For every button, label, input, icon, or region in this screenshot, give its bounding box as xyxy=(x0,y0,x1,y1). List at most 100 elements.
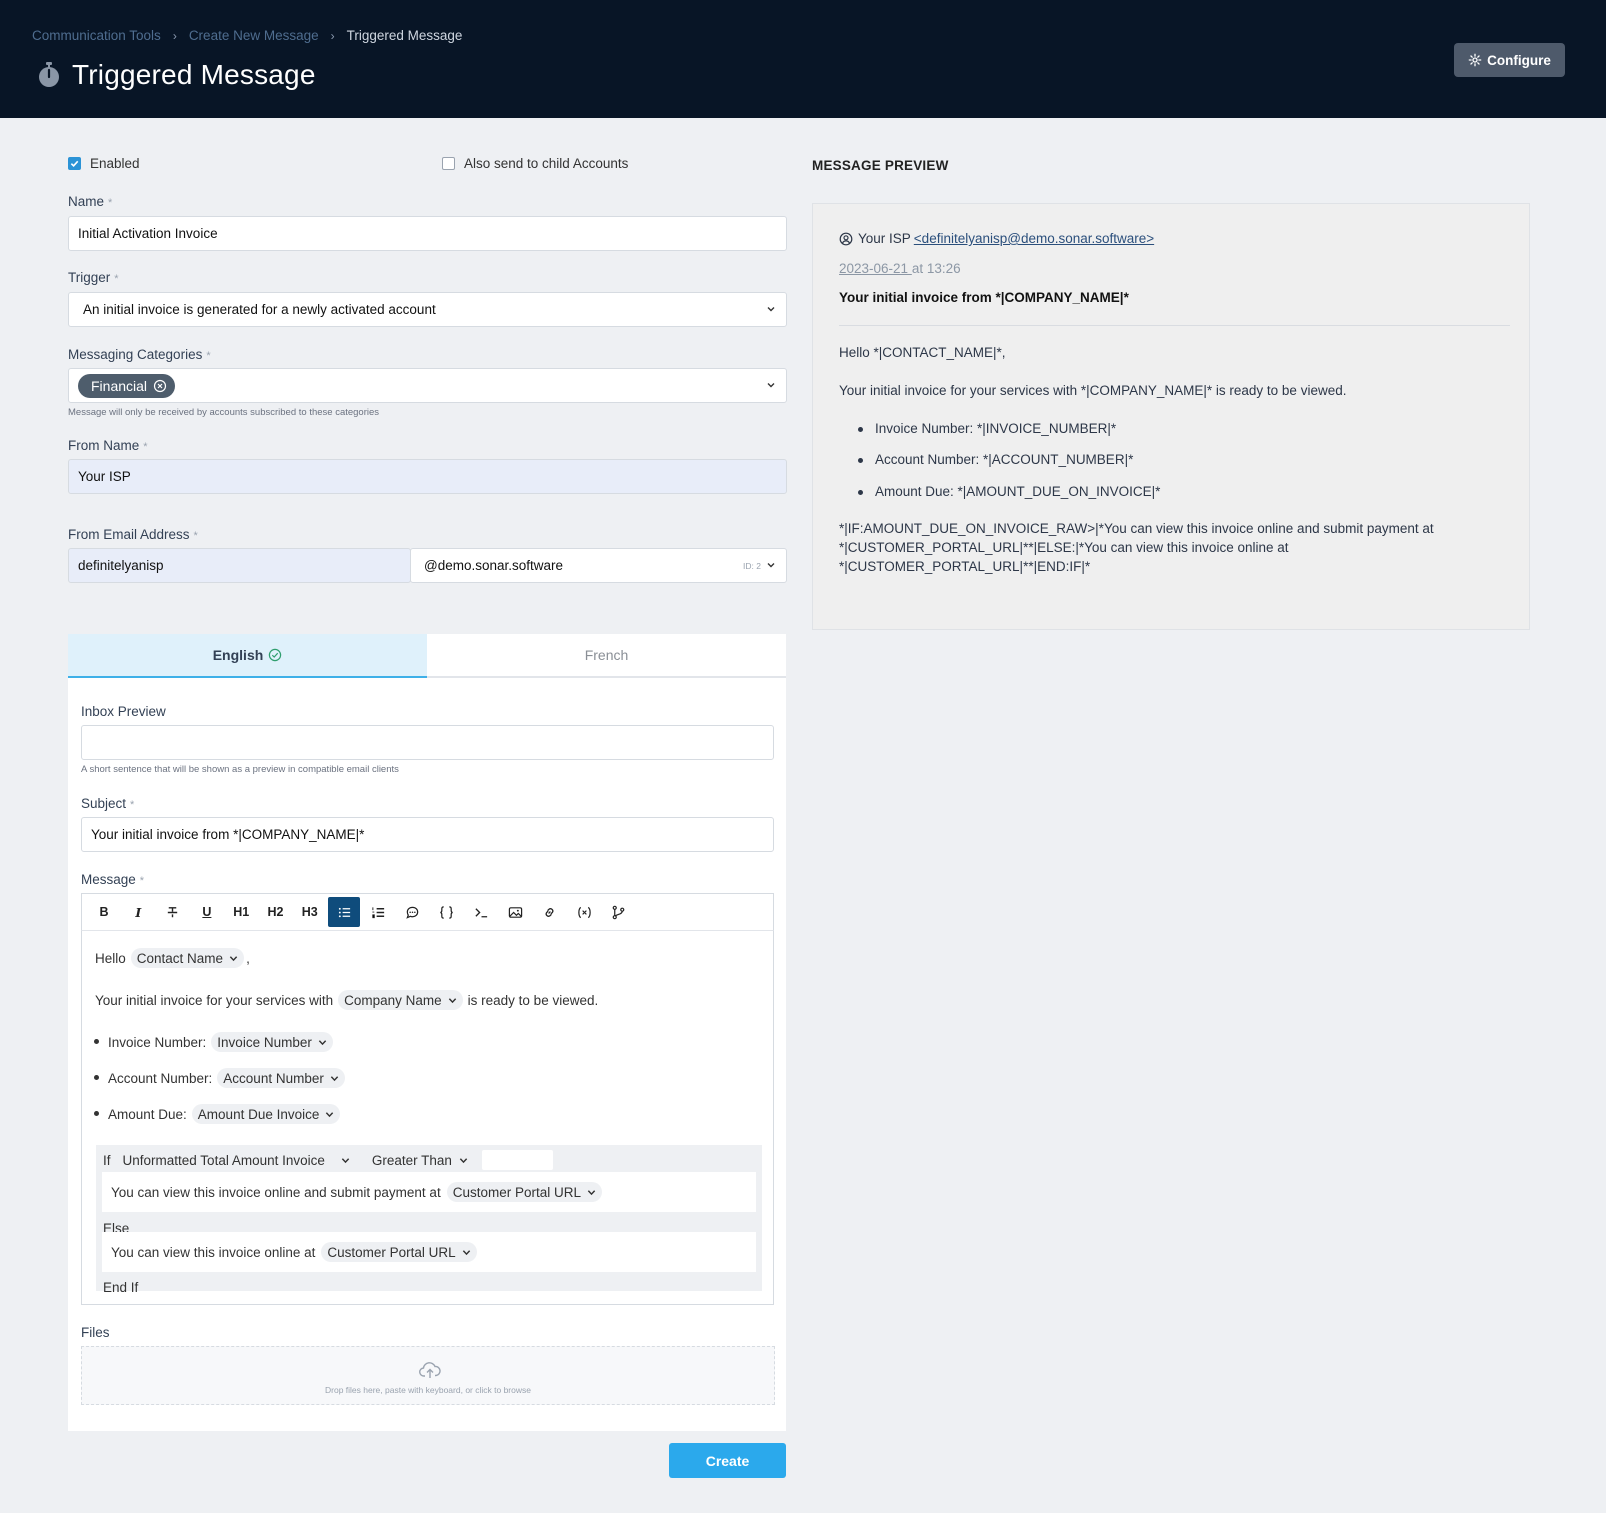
account-number-tag[interactable]: Account Number xyxy=(217,1068,345,1088)
preview-from: Your ISP <definitelyanisp@demo.sonar.sof… xyxy=(839,231,1154,246)
bold-button[interactable]: B xyxy=(88,897,120,927)
then-branch[interactable]: You can view this invoice online and sub… xyxy=(102,1172,756,1212)
preview-conditional-line: *|CUSTOMER_PORTAL_URL|**|ELSE:|*You can … xyxy=(839,540,1289,555)
inbox-preview-hint: A short sentence that will be shown as a… xyxy=(81,764,399,775)
underline-button[interactable]: U xyxy=(191,897,223,927)
preview-from-name: Your ISP xyxy=(858,231,911,246)
preview-date-link[interactable]: 2023-06-21 xyxy=(839,261,912,276)
customer-portal-url-tag[interactable]: Customer Portal URL xyxy=(446,1182,602,1202)
gear-icon xyxy=(1468,53,1482,67)
insert-conditional-button[interactable] xyxy=(602,897,634,927)
page-header: Communication Tools › Create New Message… xyxy=(0,0,1606,118)
tab-french[interactable]: French xyxy=(427,634,786,678)
dropzone-hint: Drop files here, paste with keyboard, or… xyxy=(325,1385,531,1395)
list-bullet xyxy=(858,427,863,432)
configure-button[interactable]: Configure xyxy=(1454,43,1565,77)
condition-value-input[interactable] xyxy=(481,1150,553,1170)
comment-button[interactable] xyxy=(397,897,429,927)
chevron-down-icon xyxy=(767,306,775,311)
from-email-domain-select[interactable]: @demo.sonar.software ID: 2 xyxy=(410,548,787,583)
numbered-list-button[interactable] xyxy=(362,897,394,927)
from-name-input[interactable]: Your ISP xyxy=(68,459,787,494)
trigger-select[interactable]: An initial invoice is generated for a ne… xyxy=(68,292,787,327)
insert-link-button[interactable] xyxy=(534,897,566,927)
list-bullet xyxy=(858,490,863,495)
terminal-icon xyxy=(475,907,487,917)
remove-category-icon[interactable] xyxy=(153,379,167,393)
preview-list-item: Invoice Number: *|INVOICE_NUMBER|* xyxy=(875,421,1117,436)
numbered-list-icon xyxy=(372,906,384,918)
check-circle-icon xyxy=(269,648,282,662)
heading2-button[interactable]: H2 xyxy=(259,897,291,927)
heading3-button[interactable]: H3 xyxy=(294,897,326,927)
preview-subject: Your initial invoice from *|COMPANY_NAME… xyxy=(839,290,1129,305)
company-name-tag[interactable]: Company Name xyxy=(338,990,463,1010)
chevron-down-icon xyxy=(330,1075,339,1081)
strikethrough-button[interactable] xyxy=(157,897,189,927)
code-block-button[interactable] xyxy=(431,897,463,927)
image-icon xyxy=(508,906,523,918)
create-button[interactable]: Create xyxy=(669,1443,786,1478)
strikethrough-icon xyxy=(167,906,178,917)
breadcrumb-communication-tools[interactable]: Communication Tools xyxy=(32,28,161,43)
inline-code-button[interactable] xyxy=(465,897,497,927)
categories-select[interactable]: Financial xyxy=(68,368,787,403)
from-email-local-input[interactable]: definitelyanisp xyxy=(68,548,411,583)
inbox-preview-label: Inbox Preview xyxy=(81,704,166,719)
subject-value: Your initial invoice from *|COMPANY_NAME… xyxy=(91,827,365,842)
preview-conditional-line: *|IF:AMOUNT_DUE_ON_INVOICE_RAW>|*You can… xyxy=(839,521,1434,536)
condition-field-select[interactable]: Unformatted Total Amount Invoice xyxy=(123,1153,350,1168)
editor-line-intro: Your initial invoice for your services w… xyxy=(95,990,598,1010)
name-value: Initial Activation Invoice xyxy=(78,226,218,241)
insert-image-button[interactable] xyxy=(500,897,532,927)
page-title: Triggered Message xyxy=(72,59,316,90)
child-accounts-label: Also send to child Accounts xyxy=(464,156,629,171)
inbox-preview-input[interactable] xyxy=(81,725,774,760)
child-accounts-checkbox-row[interactable]: Also send to child Accounts xyxy=(442,156,628,171)
invoice-number-tag[interactable]: Invoice Number xyxy=(211,1032,333,1052)
message-editor[interactable]: Hello Contact Name , Your initial invoic… xyxy=(81,931,774,1305)
editor-line-greeting: Hello Contact Name , xyxy=(95,948,250,968)
message-preview-title: MESSAGE PREVIEW xyxy=(812,158,949,173)
italic-button[interactable]: I xyxy=(122,897,154,927)
enabled-checkbox-row[interactable]: Enabled xyxy=(68,156,140,171)
list-item: Amount Due: Amount Due Invoice xyxy=(108,1104,341,1124)
else-branch[interactable]: You can view this invoice online at Cust… xyxy=(102,1232,756,1272)
breadcrumb-create-new-message[interactable]: Create New Message xyxy=(189,28,319,43)
enabled-checkbox[interactable] xyxy=(68,157,81,170)
condition-operator-select[interactable]: Greater Than xyxy=(372,1153,468,1168)
code-braces-icon xyxy=(440,905,454,919)
contact-name-tag[interactable]: Contact Name xyxy=(130,948,245,968)
heading1-button[interactable]: H1 xyxy=(225,897,257,927)
preview-time: at 13:26 xyxy=(911,261,961,276)
name-input[interactable]: Initial Activation Invoice xyxy=(68,216,787,251)
preview-greeting: Hello *|CONTACT_NAME|*, xyxy=(839,345,1006,360)
branch-icon xyxy=(612,905,625,919)
child-accounts-checkbox[interactable] xyxy=(442,157,455,170)
message-preview-panel: Your ISP <definitelyanisp@demo.sonar.sof… xyxy=(812,203,1530,630)
conditional-header: If Unformatted Total Amount Invoice Grea… xyxy=(103,1150,553,1170)
list-item: Account Number: Account Number xyxy=(108,1068,345,1088)
bullet-list-button[interactable] xyxy=(328,897,361,927)
customer-portal-url-tag[interactable]: Customer Portal URL xyxy=(321,1242,477,1262)
tab-english[interactable]: English xyxy=(68,634,427,678)
chevron-down-icon xyxy=(318,1039,327,1045)
chevron-down-icon xyxy=(229,955,238,961)
preview-from-email-link[interactable]: <definitelyanisp@demo.sonar.software> xyxy=(914,231,1154,246)
categories-hint: Message will only be received by account… xyxy=(68,407,380,418)
file-dropzone[interactable]: Drop files here, paste with keyboard, or… xyxy=(81,1346,775,1405)
stopwatch-icon xyxy=(39,62,59,87)
list-bullet xyxy=(858,458,863,463)
insert-variable-button[interactable] xyxy=(568,897,600,927)
subject-input[interactable]: Your initial invoice from *|COMPANY_NAME… xyxy=(81,817,774,852)
name-label: Name * xyxy=(68,194,113,209)
bullet-list-icon xyxy=(338,907,350,917)
breadcrumb: Communication Tools › Create New Message… xyxy=(32,28,462,43)
amount-due-tag[interactable]: Amount Due Invoice xyxy=(191,1104,341,1124)
list-item: Invoice Number: Invoice Number xyxy=(108,1032,333,1052)
chevron-down-icon xyxy=(767,562,775,567)
categories-label: Messaging Categories * xyxy=(68,347,211,362)
trigger-label: Trigger * xyxy=(68,270,119,285)
language-tabs: English French xyxy=(68,634,786,678)
cloud-upload-icon xyxy=(419,1362,441,1378)
